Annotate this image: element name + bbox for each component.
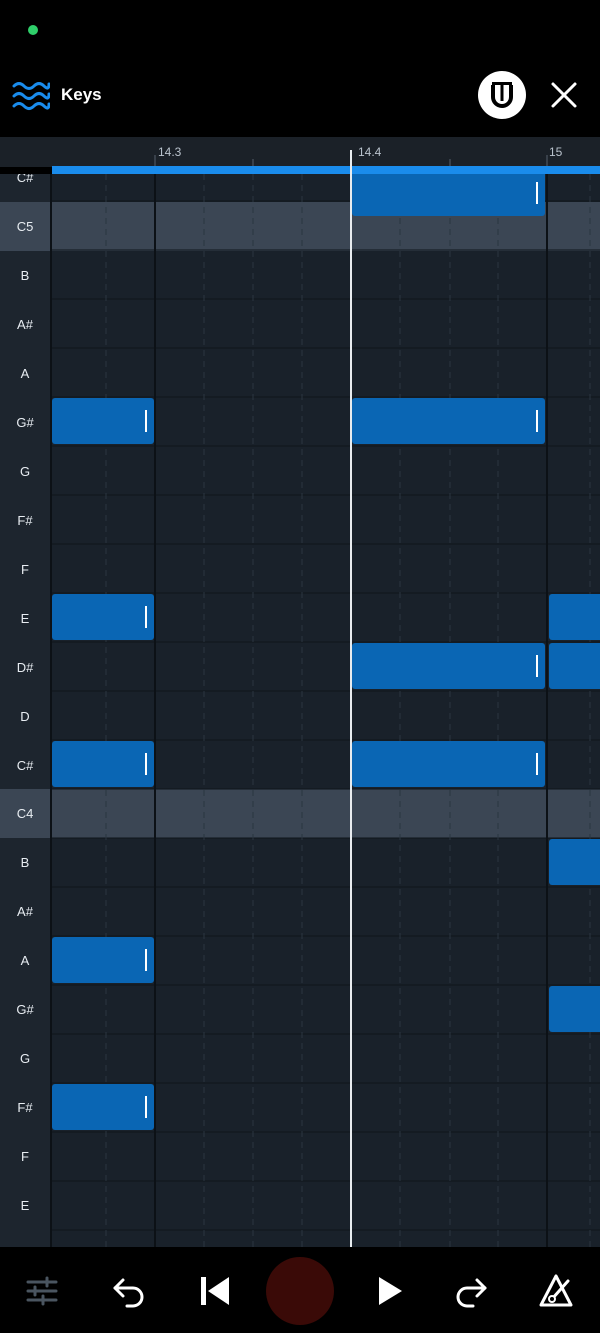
key-label[interactable]: A# xyxy=(0,317,50,332)
skip-back-icon xyxy=(201,1277,229,1305)
key-label[interactable]: E xyxy=(0,1198,50,1213)
key-label[interactable]: C# xyxy=(0,174,50,185)
key-label[interactable]: D xyxy=(0,709,50,724)
metronome-icon xyxy=(539,1274,573,1307)
midi-note[interactable] xyxy=(52,398,154,444)
key-label[interactable]: G xyxy=(0,464,50,479)
redo-icon xyxy=(456,1278,487,1308)
key-label[interactable]: G xyxy=(0,1051,50,1066)
note-resize-handle[interactable] xyxy=(145,606,147,628)
midi-note[interactable] xyxy=(352,398,545,444)
play-button[interactable] xyxy=(366,1268,412,1314)
ruler-tick-label: 14.4 xyxy=(358,145,382,159)
close-icon xyxy=(551,82,577,108)
magnet-icon xyxy=(491,82,513,108)
undo-button[interactable] xyxy=(106,1268,152,1314)
midi-note[interactable] xyxy=(52,594,154,640)
midi-note[interactable] xyxy=(352,643,545,689)
key-label[interactable]: A xyxy=(0,366,50,381)
midi-note[interactable] xyxy=(52,937,154,983)
status-indicator xyxy=(28,25,38,35)
midi-note[interactable] xyxy=(549,594,600,640)
key-label[interactable]: B xyxy=(0,855,50,870)
key-label[interactable]: B xyxy=(0,268,50,283)
midi-note[interactable] xyxy=(549,986,600,1032)
ruler-tick-label: 15 xyxy=(549,145,563,159)
note-resize-handle[interactable] xyxy=(145,410,147,432)
mixer-button[interactable] xyxy=(19,1268,65,1314)
note-resize-handle[interactable] xyxy=(145,949,147,971)
key-label[interactable]: F xyxy=(0,562,50,577)
playhead-line xyxy=(350,150,352,1247)
key-label[interactable]: E xyxy=(0,611,50,626)
ruler-ticks xyxy=(154,155,548,167)
play-icon xyxy=(379,1277,402,1305)
note-resize-handle[interactable] xyxy=(145,753,147,775)
sliders-icon xyxy=(26,1276,58,1306)
piano-keys-column: C# C5 B A# A G# G F# F E D# D C# C4 B A#… xyxy=(0,174,50,1247)
key-label[interactable]: A xyxy=(0,953,50,968)
key-label[interactable]: C# xyxy=(0,758,50,773)
keys-divider xyxy=(50,174,52,1247)
note-resize-handle[interactable] xyxy=(536,655,538,677)
undo-icon xyxy=(113,1278,144,1308)
midi-note[interactable] xyxy=(549,643,600,689)
key-label[interactable]: F# xyxy=(0,513,50,528)
loop-region-bar[interactable] xyxy=(52,166,600,174)
waves-icon xyxy=(12,82,50,110)
ruler-tick-label: 14.3 xyxy=(158,145,182,159)
track-title: Keys xyxy=(61,85,102,104)
note-resize-handle[interactable] xyxy=(536,753,538,775)
key-label[interactable]: C5 xyxy=(0,219,50,234)
key-label[interactable]: A# xyxy=(0,904,50,919)
midi-note[interactable] xyxy=(52,741,154,787)
key-label[interactable]: C4 xyxy=(0,806,50,821)
snap-button[interactable] xyxy=(478,71,526,119)
note-resize-handle[interactable] xyxy=(536,410,538,432)
metronome-button[interactable] xyxy=(533,1268,579,1314)
note-resize-handle[interactable] xyxy=(145,1096,147,1118)
midi-note[interactable] xyxy=(352,174,545,216)
note-resize-handle[interactable] xyxy=(536,182,538,204)
key-label[interactable]: G# xyxy=(0,415,50,430)
close-button[interactable] xyxy=(549,80,579,110)
piano-roll-grid[interactable] xyxy=(0,174,600,1247)
key-label[interactable]: F# xyxy=(0,1100,50,1115)
redo-button[interactable] xyxy=(448,1268,494,1314)
key-label[interactable]: G# xyxy=(0,1002,50,1017)
key-label[interactable]: D# xyxy=(0,660,50,675)
midi-note[interactable] xyxy=(52,1084,154,1130)
midi-note[interactable] xyxy=(352,741,545,787)
skip-back-button[interactable] xyxy=(192,1268,238,1314)
midi-note[interactable] xyxy=(549,839,600,885)
key-label[interactable]: F xyxy=(0,1149,50,1164)
record-button[interactable] xyxy=(266,1257,334,1325)
